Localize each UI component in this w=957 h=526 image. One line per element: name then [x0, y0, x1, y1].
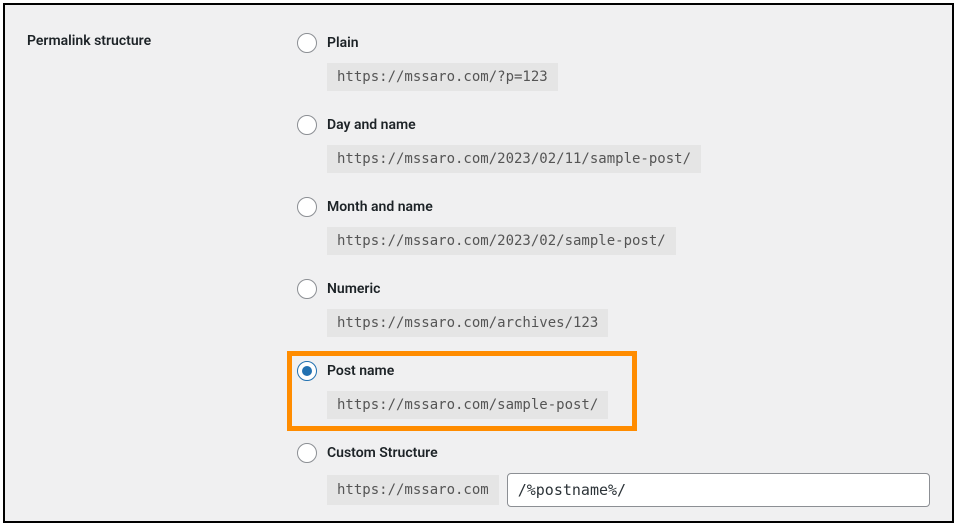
example-day-name: https://mssaro.com/2023/02/11/sample-pos… — [327, 145, 701, 173]
radio-label-month-name: Month and name — [327, 199, 433, 215]
permalink-option-day-name[interactable]: Day and name https://mssaro.com/2023/02/… — [297, 115, 930, 173]
example-post-name: https://mssaro.com/sample-post/ — [327, 391, 608, 419]
radio-custom[interactable] — [297, 443, 317, 463]
radio-month-name[interactable] — [297, 197, 317, 217]
permalink-option-month-name[interactable]: Month and name https://mssaro.com/2023/0… — [297, 197, 930, 255]
permalink-option-custom[interactable]: Custom Structure https://mssaro.com — [297, 443, 930, 507]
radio-day-name[interactable] — [297, 115, 317, 135]
permalink-option-post-name[interactable]: Post name https://mssaro.com/sample-post… — [297, 361, 930, 419]
radio-plain[interactable] — [297, 33, 317, 53]
radio-label-custom: Custom Structure — [327, 445, 438, 461]
radio-label-day-name: Day and name — [327, 117, 416, 133]
example-month-name: https://mssaro.com/2023/02/sample-post/ — [327, 227, 676, 255]
custom-structure-input[interactable] — [507, 473, 930, 507]
permalink-options: Plain https://mssaro.com/?p=123 Day and … — [297, 33, 930, 511]
permalink-option-numeric[interactable]: Numeric https://mssaro.com/archives/123 — [297, 279, 930, 337]
radio-label-plain: Plain — [327, 35, 359, 51]
example-numeric: https://mssaro.com/archives/123 — [327, 309, 608, 337]
radio-post-name[interactable] — [297, 361, 317, 381]
custom-prefix: https://mssaro.com — [327, 475, 499, 505]
radio-label-post-name: Post name — [327, 363, 394, 379]
radio-numeric[interactable] — [297, 279, 317, 299]
section-label: Permalink structure — [27, 33, 297, 511]
radio-label-numeric: Numeric — [327, 281, 380, 297]
example-plain: https://mssaro.com/?p=123 — [327, 63, 558, 91]
permalink-option-plain[interactable]: Plain https://mssaro.com/?p=123 — [297, 33, 930, 91]
